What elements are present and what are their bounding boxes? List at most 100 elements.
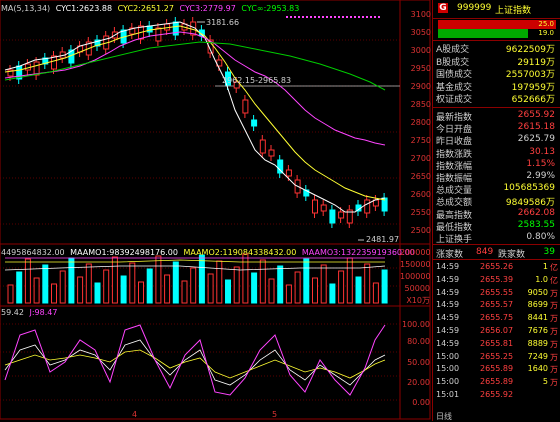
tick-row: 15:00 2655.89 5 万 bbox=[436, 377, 558, 388]
tick-row: 15:00 2655.89 1640 万 bbox=[436, 364, 558, 375]
price-axis-label: 2700 bbox=[410, 154, 431, 163]
ratio-bar: 25.0 19.0 bbox=[438, 20, 556, 38]
index-stat-value: 105685369 bbox=[503, 183, 555, 194]
up-down-row: 涨家数 849 跌家数 39 bbox=[436, 247, 558, 260]
price-axis-label: 3100 bbox=[410, 10, 431, 19]
index-stat-label: 指数涨跌 bbox=[436, 149, 473, 160]
candle-body bbox=[277, 159, 284, 174]
tick-price: 2656.07 bbox=[480, 326, 514, 335]
turnover-value: 652666万 bbox=[511, 95, 555, 106]
index-stat-row: 上证换手 0.80% bbox=[436, 232, 558, 245]
price-axis-label: 2750 bbox=[410, 136, 431, 145]
tick-time: 14:59 bbox=[436, 262, 460, 271]
kdj-axis-label: 80.00 bbox=[407, 337, 430, 346]
ratio-bar-green bbox=[438, 29, 528, 38]
price-axis-label: 3050 bbox=[410, 28, 431, 37]
tick-price: 2655.25 bbox=[480, 351, 514, 361]
volume-bar bbox=[42, 264, 49, 304]
volume-bar bbox=[51, 283, 57, 304]
volume-bar bbox=[181, 280, 188, 304]
turnover-label: B股成交 bbox=[436, 57, 470, 68]
tick-price: 2655.89 bbox=[480, 364, 514, 374]
candle-body bbox=[251, 119, 258, 127]
index-stat-row: 最新指数 2655.92 bbox=[436, 110, 558, 123]
volume-value: 4495864832.00 bbox=[1, 248, 65, 257]
candle-body bbox=[259, 139, 266, 154]
turnover-value: 197959万 bbox=[511, 82, 555, 93]
x-mark-month-5: 5 bbox=[272, 410, 278, 419]
tick-price: 2655.81 bbox=[480, 338, 514, 348]
range-annotation: 2962.15-2965.83 bbox=[222, 76, 292, 85]
volume-bar bbox=[7, 284, 14, 304]
tick-volume: 9050 bbox=[527, 287, 548, 297]
tick-row: 14:59 2655.55 9050 万 bbox=[436, 288, 558, 299]
index-stat-value: 2625.79 bbox=[517, 134, 555, 145]
price-axis-label: 2850 bbox=[410, 100, 431, 109]
candlestick-series bbox=[7, 17, 388, 228]
tick-time: 15:00 bbox=[436, 364, 460, 374]
tick-row: 15:00 2655.25 7249 万 bbox=[436, 352, 558, 363]
index-stat-value: 9849586万 bbox=[505, 198, 555, 209]
index-stat-value: 2.99% bbox=[526, 171, 555, 181]
turnover-row: 基金成交 197959万 bbox=[436, 80, 558, 93]
volume-bar bbox=[268, 278, 275, 304]
turnover-value: 9622509万 bbox=[505, 45, 555, 55]
volume-bar bbox=[16, 271, 23, 304]
volume-bar bbox=[285, 284, 292, 304]
tick-row: 14:59 2656.07 7676 万 bbox=[436, 326, 558, 337]
turnover-row: 国债成交 2557003万 bbox=[436, 67, 558, 81]
maamo3-value: MAAMO3:132235919360.00 bbox=[301, 248, 415, 257]
volume-bar bbox=[251, 272, 258, 304]
volume-bar bbox=[103, 269, 110, 304]
index-stat-label: 指数振幅 bbox=[436, 174, 473, 184]
tick-volume: 7676 bbox=[527, 326, 548, 335]
index-stat-label: 最低指数 bbox=[436, 222, 473, 233]
tick-row: 14:59 2655.39 1.0 亿 bbox=[436, 275, 558, 286]
tick-time: 15:01 bbox=[436, 390, 460, 399]
volume-bar bbox=[259, 259, 266, 304]
turnover-value: 2557003万 bbox=[505, 70, 555, 81]
candle-body bbox=[285, 169, 292, 177]
tick-time: 15:00 bbox=[436, 351, 460, 361]
volume-bar bbox=[198, 254, 205, 304]
volume-bar bbox=[172, 261, 179, 304]
index-stat-row: 指数涨幅 1.15% bbox=[436, 158, 558, 172]
index-stat-value: 2615.18 bbox=[517, 122, 555, 133]
kdj-k-line bbox=[4, 339, 386, 386]
price-axis-label: 2900 bbox=[410, 82, 431, 91]
price-axis-label: 2650 bbox=[410, 172, 431, 181]
index-stat-value: 30.13 bbox=[529, 146, 555, 157]
chart-canvas[interactable] bbox=[0, 0, 432, 421]
index-stat-row: 昨日收盘 2625.79 bbox=[436, 134, 558, 147]
volume-bar bbox=[85, 263, 92, 304]
turnover-row: A股成交 9622509万 bbox=[436, 42, 558, 55]
tick-time: 14:59 bbox=[436, 326, 460, 335]
x-mark-month-4: 4 bbox=[132, 410, 138, 419]
price-axis-label: 2500 bbox=[410, 226, 431, 235]
ratio-top-value: 25.0 bbox=[538, 20, 554, 28]
tick-unit: 亿 bbox=[550, 263, 558, 272]
index-stat-row: 总成交额 9849586万 bbox=[436, 195, 558, 209]
tick-unit: 万 bbox=[550, 288, 558, 298]
tick-price: 2655.92 bbox=[480, 390, 514, 399]
volume-bar bbox=[242, 253, 249, 304]
tick-volume: 5 bbox=[542, 377, 548, 387]
turnover-label: 基金成交 bbox=[436, 82, 473, 93]
tick-time: 15:00 bbox=[436, 377, 460, 387]
index-stat-row: 总成交量 105685369 bbox=[436, 183, 558, 196]
volume-bar bbox=[216, 260, 223, 304]
index-stat-label: 总成交额 bbox=[436, 198, 473, 209]
candle-body bbox=[312, 199, 318, 214]
index-stat-value: 1.15% bbox=[526, 158, 555, 169]
volume-axis-label: 150000 bbox=[400, 260, 431, 269]
tick-price: 2655.39 bbox=[480, 274, 514, 284]
volume-bar-series bbox=[7, 253, 388, 304]
volume-bar bbox=[24, 258, 31, 304]
index-name: 上证指数 bbox=[495, 6, 532, 16]
g-badge[interactable]: G bbox=[438, 3, 448, 13]
tick-price: 2655.57 bbox=[480, 300, 514, 310]
daily-tab[interactable]: 日线 bbox=[436, 411, 452, 421]
price-axis-label: 2950 bbox=[410, 64, 431, 73]
candle-body bbox=[242, 99, 249, 114]
kline-chart-panel[interactable]: MA(5,13,34) CYC1:2623.88 CYC2:2651.27 CY… bbox=[0, 0, 432, 421]
